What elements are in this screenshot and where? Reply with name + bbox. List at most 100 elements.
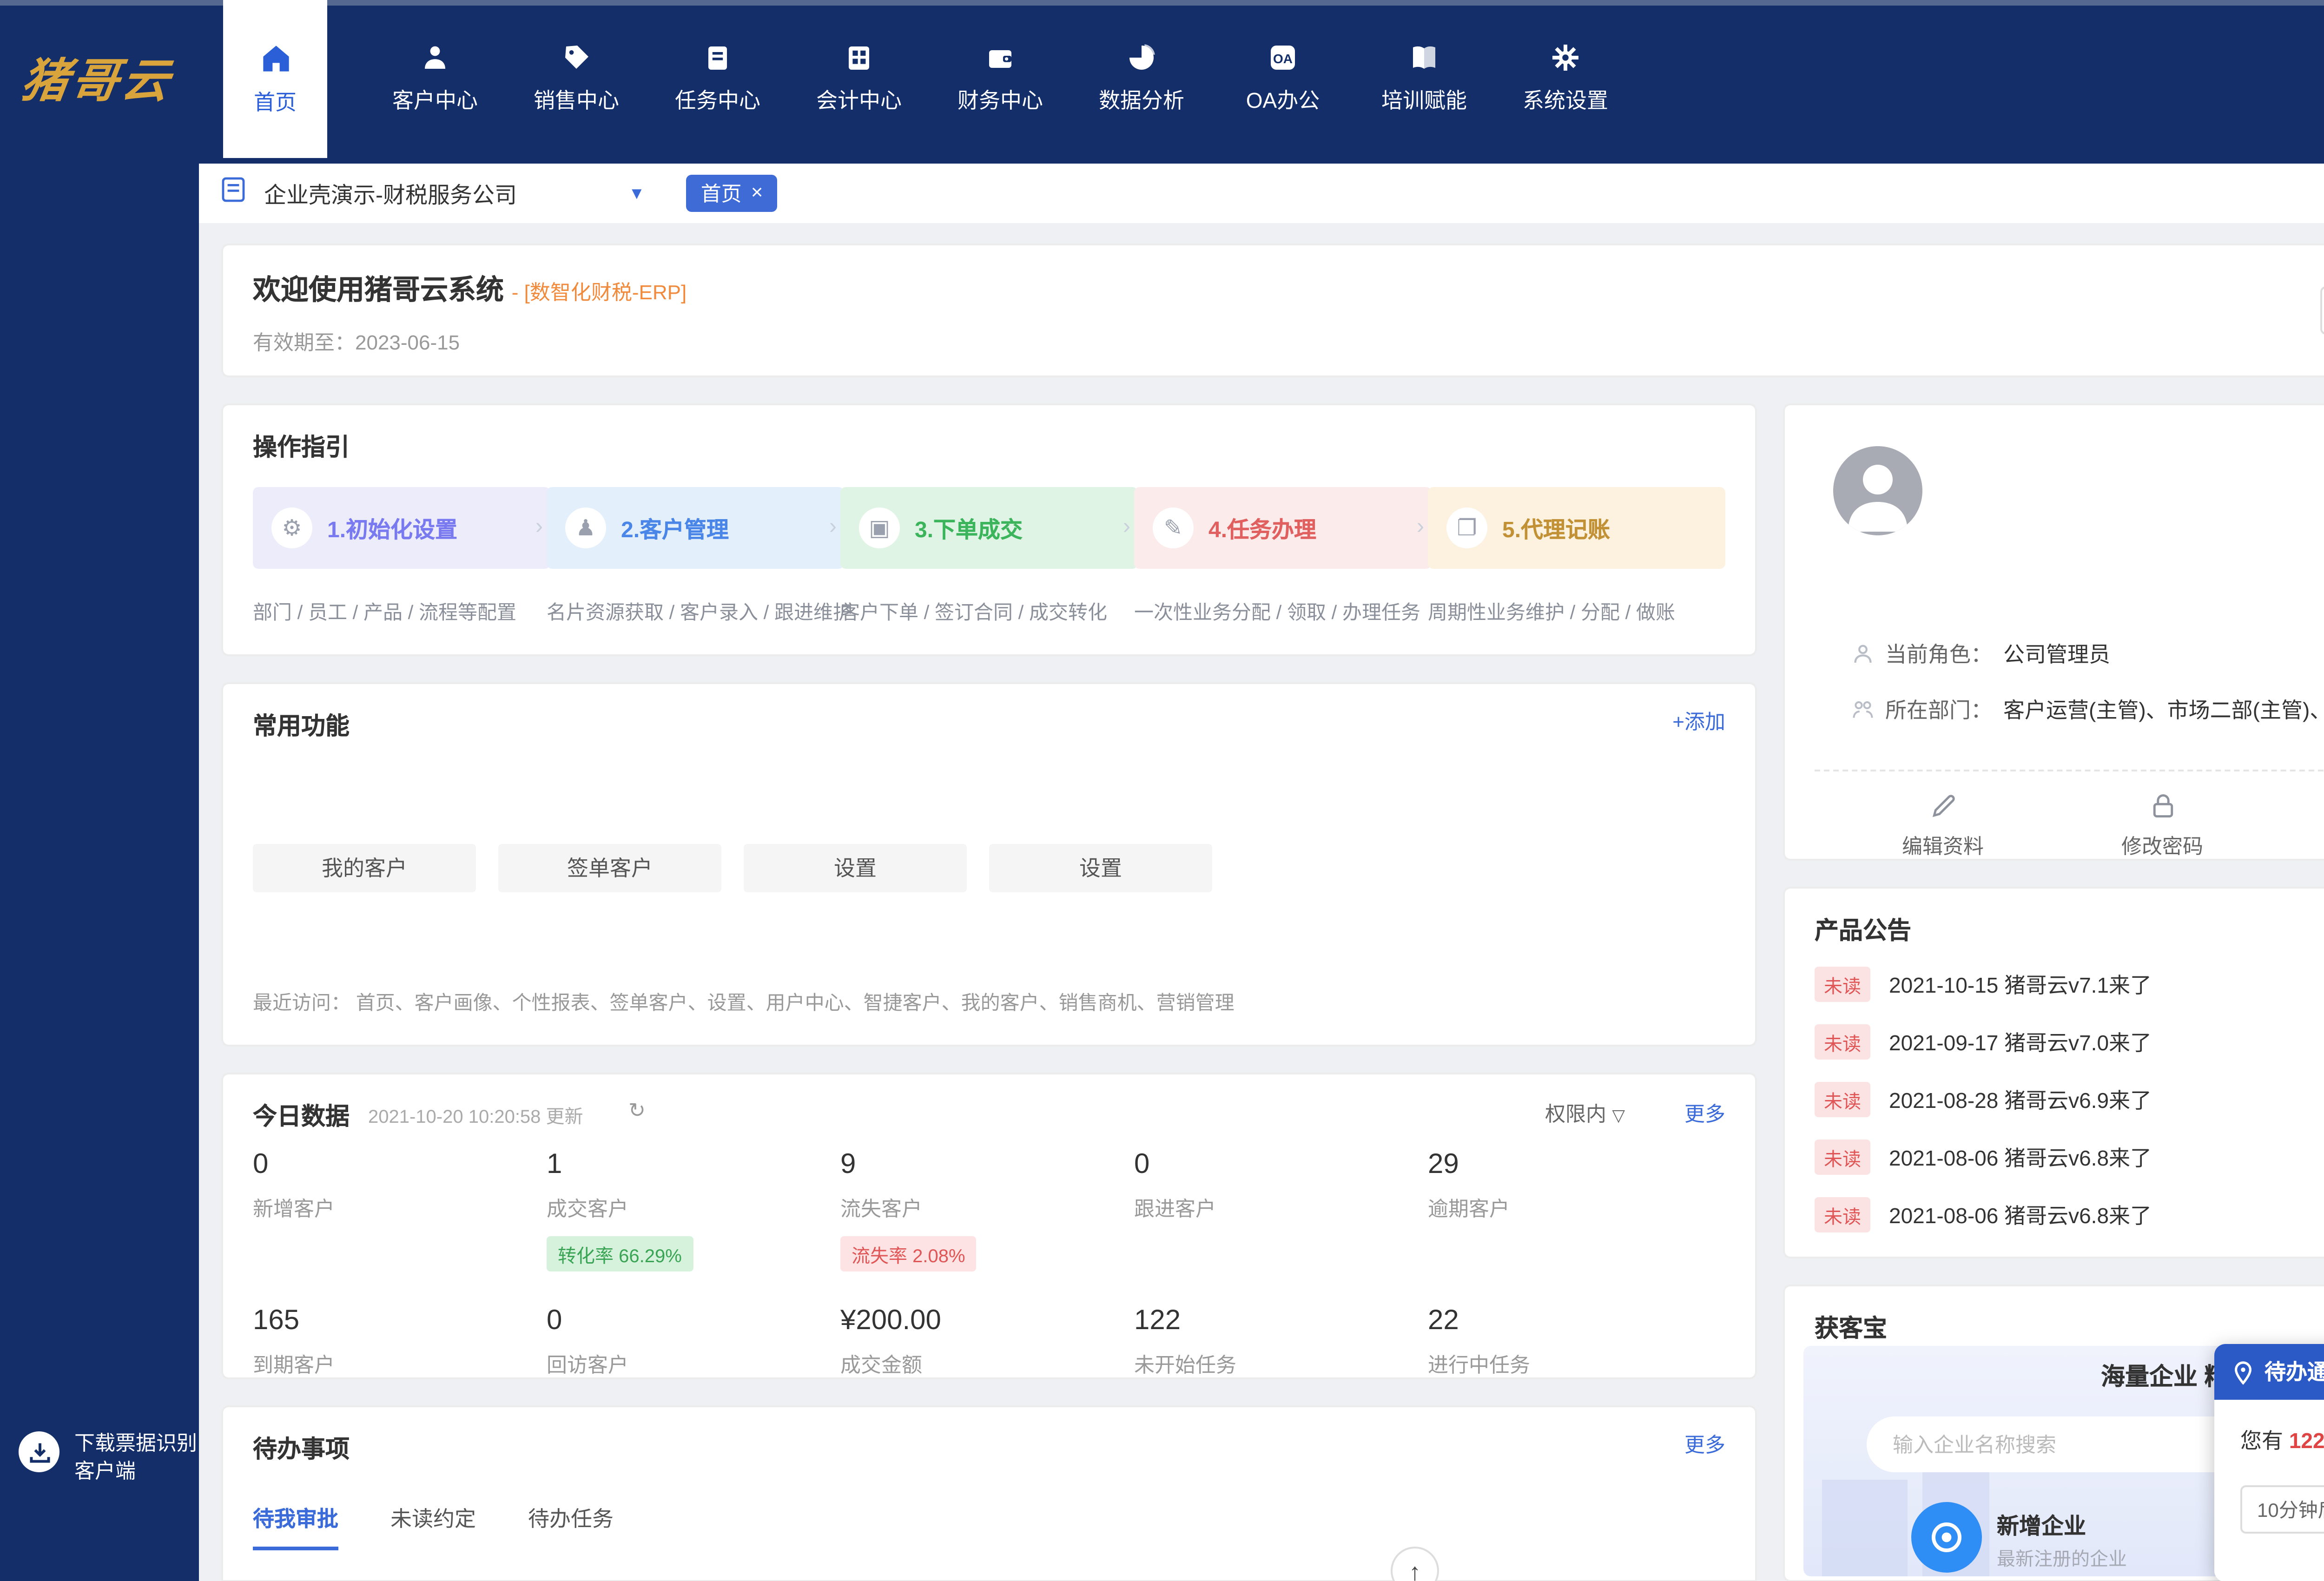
unread-badge: 未读 (1815, 967, 1870, 1002)
todo-more-link[interactable]: 更多 (1684, 1429, 1725, 1459)
guide-step-task[interactable]: ✎ 4.任务办理 (1134, 487, 1432, 569)
guide-step-caption: 一次性业务分配 / 领取 / 办理任务 (1134, 602, 1421, 625)
announcement-item[interactable]: 未读 2021-09-17 猪哥云v7.0来了 (1815, 1024, 2152, 1060)
department-label: 所在部门： (1885, 701, 1992, 723)
announcement-item[interactable]: 未读 2021-08-28 猪哥云v6.9来了 (1815, 1082, 2152, 1117)
guide-step-init[interactable]: ⚙ 1.初始化设置 (253, 487, 550, 569)
customize-layout-button[interactable]: ◎ 自定义布局 (2321, 286, 2324, 335)
today-more-link[interactable]: 更多 (1684, 1099, 1725, 1128)
announcement-text: 2021-10-15 猪哥云v7.1来了 (1889, 975, 2152, 997)
todo-title: 待办事项 (253, 1435, 350, 1463)
new-company-label[interactable]: 新增企业 (1997, 1509, 2086, 1541)
download-line2: 客户端 (74, 1461, 136, 1483)
refresh-icon[interactable]: ↻ (628, 1099, 646, 1123)
tab-todo-tasks[interactable]: 待办任务 (528, 1504, 614, 1534)
company-selector[interactable]: 企业壳演示-财税服务公司 (264, 178, 517, 209)
churn-badge: 流失率 2.08% (840, 1236, 977, 1271)
guide-step-label: 4.任务办理 (1208, 516, 1317, 542)
announcement-item[interactable]: 未读 2021-08-06 猪哥云v6.8来了 (1815, 1140, 2152, 1175)
tab-pending-approval[interactable]: 待我审批 (253, 1504, 338, 1550)
quick-button-my-customers[interactable]: 我的客户 (253, 844, 476, 892)
common-functions-card: 常用功能 +添加 我的客户 签单客户 设置 设置 最近访问： 首页、客户画像、个… (221, 682, 1757, 1047)
nav-tab-label: 系统设置 (1523, 91, 1608, 113)
todo-count: 122 (2289, 1431, 2324, 1454)
tag-icon (561, 43, 591, 72)
edit-profile-button[interactable]: 编辑资料 (1831, 792, 2054, 861)
svg-text:OA: OA (1273, 52, 1293, 66)
book-icon: ❐ (1446, 507, 1487, 548)
filter-icon: ▽ (1612, 1106, 1625, 1125)
arrow-right-icon: › (1417, 513, 1424, 539)
quick-button-settings-1[interactable]: 设置 (744, 844, 967, 892)
quick-button-settings-2[interactable]: 设置 (989, 844, 1212, 892)
guide-step-caption: 部门 / 员工 / 产品 / 流程等配置 (253, 602, 517, 625)
left-sidebar (0, 164, 199, 1581)
unread-badge: 未读 (1815, 1024, 1870, 1060)
recent-label: 最近访问： (253, 993, 350, 1015)
nav-tab-sales-center[interactable]: 销售中心 (506, 0, 647, 158)
nav-tab-label: 财务中心 (957, 91, 1043, 113)
nav-tab-accounting-center[interactable]: 会计中心 (788, 0, 930, 158)
announcements-title: 产品公告 (1815, 916, 1912, 944)
person-icon (1854, 645, 1872, 663)
nav-tab-label: 任务中心 (675, 91, 760, 113)
zhugeyun-dashboard: 猪哥云 首页 客户中心 销售中心 任务中心 会计中心 财务中心 数据分析 OA … (0, 0, 2324, 1581)
pie-chart-icon (1127, 43, 1156, 72)
department-value: 客户运营(主管)、市场二部(主管)、市场一部(主管)、... (2003, 701, 2324, 723)
arrow-right-icon: › (829, 513, 837, 539)
nav-tab-label: 客户中心 (392, 91, 478, 113)
guide-step-order[interactable]: ▣ 3.下单成交 (840, 487, 1138, 569)
guide-step-label: 1.初始化设置 (327, 516, 458, 542)
wallet-icon (985, 43, 1015, 72)
announcement-text: 2021-08-28 猪哥云v6.9来了 (1889, 1090, 2152, 1113)
recent-visits[interactable]: 最近访问： 首页、客户画像、个性报表、签单客户、设置、用户中心、智捷客户、我的客… (253, 989, 1235, 1017)
nav-tab-training[interactable]: 培训赋能 (1353, 0, 1495, 158)
announcement-item[interactable]: 未读 2021-08-06 猪哥云v6.8来了 (1815, 1197, 2152, 1232)
building-graphic (1822, 1480, 1908, 1576)
stat-deal-customers: 1 成交客户 转化率 66.29% (547, 1149, 840, 1271)
company-caret-icon[interactable]: ▼ (628, 184, 645, 203)
stat-overdue-customers: 29 逾期客户 (1428, 1149, 1510, 1221)
role-label: 当前角色： (1885, 645, 1992, 667)
remind-later-select[interactable]: 10分钟后提醒 ∨ (2240, 1485, 2324, 1534)
download-client-button[interactable]: 下载票据识别 客户端 (19, 1431, 197, 1487)
open-tab-home[interactable]: 首页 × (686, 175, 778, 212)
close-icon[interactable]: × (751, 182, 763, 204)
action-label: 编辑资料 (1902, 837, 1984, 859)
popup-title: 待办通知弹窗 (2265, 1363, 2324, 1385)
announcement-item[interactable]: 未读 2021-10-15 猪哥云v7.1来了 (1815, 967, 2152, 1002)
bind-phone-button[interactable]: 绑定手机 (2270, 792, 2324, 861)
add-function-button[interactable]: +添加 (1672, 706, 1725, 736)
new-company-icon[interactable] (1911, 1502, 1982, 1573)
change-password-button[interactable]: 修改密码 (2051, 792, 2274, 861)
nav-tab-finance-center[interactable]: 财务中心 (930, 0, 1071, 158)
nav-tab-data-analysis[interactable]: 数据分析 (1071, 0, 1212, 158)
guide-title: 操作指引 (253, 433, 350, 461)
org-icon (1853, 701, 1873, 718)
role-row: 当前角色： 公司管理员 (1852, 639, 2110, 669)
nav-tab-task-center[interactable]: 任务中心 (647, 0, 788, 158)
scope-filter[interactable]: 权限内 ▽ (1545, 1099, 1625, 1128)
tab-unread-appointments[interactable]: 未读约定 (390, 1504, 476, 1534)
nav-tab-oa-office[interactable]: OA OA办公 (1212, 0, 1353, 158)
book-icon (1409, 43, 1439, 72)
guide-step-customer[interactable]: ♟ 2.客户管理 (547, 487, 844, 569)
open-tab-label: 首页 (700, 184, 742, 206)
popup-header: 待办通知弹窗 (2214, 1344, 2324, 1400)
pin-icon (2235, 1360, 2251, 1384)
todo-notification-popup: 待办通知弹窗 您有 122 条待办任务，立即查看 10分钟后提醒 ∨ 确认 (2214, 1344, 2324, 1581)
home-icon (259, 42, 291, 73)
guide-card: 操作指引 ⚙ 1.初始化设置 › ♟ 2.客户管理 › ▣ 3.下单成交 › ✎ 4.任… (221, 403, 1757, 656)
new-company-sub: 最新注册的企业 (1997, 1550, 2127, 1571)
nav-tab-settings[interactable]: 系统设置 (1495, 0, 1636, 158)
nav-tab-customer-center[interactable]: 客户中心 (364, 0, 506, 158)
app-logo: 猪哥云 (18, 56, 176, 108)
nav-tab-label: 数据分析 (1099, 91, 1184, 113)
nav-tab-label: 销售中心 (534, 91, 619, 113)
stat-tasks-not-started: 122 未开始任务 (1134, 1305, 1236, 1377)
quick-button-signed-customers[interactable]: 签单客户 (498, 844, 721, 892)
nav-tab-home[interactable]: 首页 (223, 0, 327, 158)
guide-step-bookkeeping[interactable]: ❐ 5.代理记账 (1428, 487, 1725, 569)
stat-expiring-customers: 165 到期客户 (253, 1305, 335, 1377)
customer-icon (420, 43, 450, 72)
